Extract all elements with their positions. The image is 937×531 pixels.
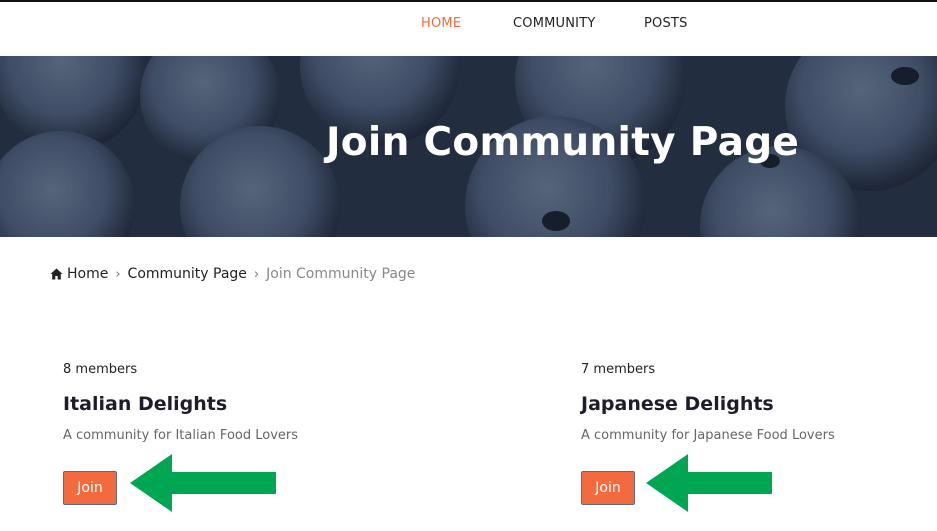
page-title: Join Community Page: [326, 120, 800, 165]
community-name: Japanese Delights: [581, 393, 774, 415]
nav-community[interactable]: COMMUNITY: [513, 16, 596, 31]
nav-home[interactable]: HOME: [421, 16, 461, 31]
main-nav: HOME COMMUNITY POSTS: [0, 2, 937, 56]
hero-banner: Join Community Page: [0, 56, 937, 237]
breadcrumb-separator: ›: [115, 266, 121, 282]
breadcrumb-separator: ›: [253, 266, 260, 282]
nav-posts[interactable]: POSTS: [644, 16, 688, 31]
home-icon: [50, 268, 63, 280]
breadcrumb-current: Join Community Page: [266, 266, 416, 282]
breadcrumb: Home › Community Page › Join Community P…: [50, 266, 415, 282]
arrow-left-icon: [130, 454, 276, 512]
community-name: Italian Delights: [63, 393, 228, 415]
community-description: A community for Italian Food Lovers: [63, 428, 299, 443]
member-count: 7 members: [581, 362, 656, 377]
community-description: A community for Japanese Food Lovers: [581, 428, 835, 443]
breadcrumb-home[interactable]: Home: [67, 266, 108, 282]
arrow-left-icon: [646, 454, 772, 512]
member-count: 8 members: [63, 362, 138, 377]
join-button[interactable]: Join: [581, 471, 635, 505]
join-button[interactable]: Join: [63, 471, 117, 505]
breadcrumb-community-page[interactable]: Community Page: [128, 266, 247, 282]
